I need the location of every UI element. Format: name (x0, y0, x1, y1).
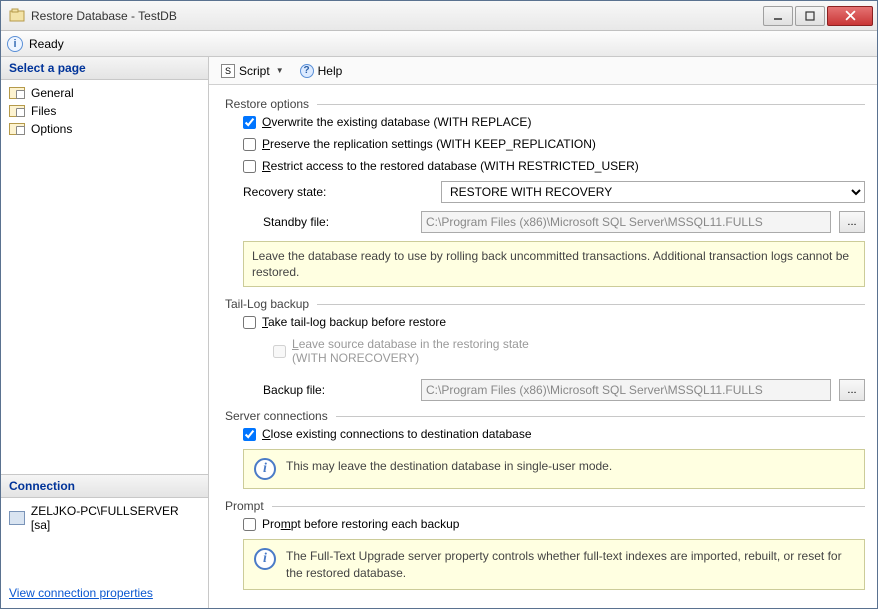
window-title: Restore Database - TestDB (31, 9, 763, 23)
info-icon: i (254, 458, 276, 480)
close-connections-label[interactable]: Close existing connections to destinatio… (262, 427, 532, 441)
info-icon: i (7, 36, 23, 52)
nav-files[interactable]: Files (1, 102, 208, 120)
titlebar: Restore Database - TestDB (1, 1, 877, 31)
select-page-header: Select a page (1, 57, 208, 80)
close-button[interactable] (827, 6, 873, 26)
restore-options-group: Restore options (225, 97, 865, 111)
recovery-state-select[interactable]: RESTORE WITH RECOVERY (441, 181, 865, 203)
preserve-replication-label[interactable]: Preserve the replication settings (WITH … (262, 137, 596, 151)
maximize-button[interactable] (795, 6, 825, 26)
script-label: Script (239, 64, 270, 78)
backup-file-label: Backup file: (243, 383, 413, 397)
standby-file-label: Standby file: (243, 215, 413, 229)
prompt-before-label[interactable]: Prompt before restoring each backup (262, 517, 459, 531)
backup-browse-button[interactable]: ... (839, 379, 865, 401)
toolbar: S Script ▼ ? Help (209, 57, 877, 85)
server-connections-group: Server connections (225, 409, 865, 423)
view-connection-properties-link[interactable]: View connection properties (1, 578, 208, 608)
restrict-access-label[interactable]: Restrict access to the restored database… (262, 159, 639, 173)
nav-options[interactable]: Options (1, 120, 208, 138)
close-connections-checkbox[interactable] (243, 428, 256, 441)
page-icon (9, 105, 25, 117)
prompt-before-checkbox[interactable] (243, 518, 256, 531)
recovery-info-box: Leave the database ready to use by rolli… (243, 241, 865, 287)
connection-string: ZELJKO-PC\FULLSERVER [sa] (31, 504, 200, 532)
help-label: Help (318, 64, 343, 78)
recovery-state-label: Recovery state: (243, 185, 433, 199)
page-icon (9, 123, 25, 135)
script-button[interactable]: S Script ▼ (217, 62, 288, 80)
nav-general[interactable]: General (1, 84, 208, 102)
leave-source-checkbox (273, 345, 286, 358)
server-icon (9, 511, 25, 525)
nav-options-label: Options (31, 122, 72, 136)
prompt-group: Prompt (225, 499, 865, 513)
standby-browse-button[interactable]: ... (839, 211, 865, 233)
prompt-info-box: i The Full-Text Upgrade server property … (243, 539, 865, 589)
take-tail-log-label[interactable]: Take tail-log backup before restore (262, 315, 446, 329)
server-conn-info-box: i This may leave the destination databas… (243, 449, 865, 489)
status-text: Ready (29, 37, 64, 51)
connection-header: Connection (1, 474, 208, 498)
minimize-button[interactable] (763, 6, 793, 26)
standby-file-input (421, 211, 831, 233)
nav-files-label: Files (31, 104, 56, 118)
chevron-down-icon: ▼ (276, 66, 284, 75)
options-panel: Restore options Overwrite the existing d… (209, 85, 877, 608)
status-bar: i Ready (1, 31, 877, 57)
info-icon: i (254, 548, 276, 570)
nav-general-label: General (31, 86, 74, 100)
overwrite-checkbox[interactable] (243, 116, 256, 129)
overwrite-label[interactable]: Overwrite the existing database (WITH RE… (262, 115, 531, 129)
take-tail-log-checkbox[interactable] (243, 316, 256, 329)
connection-row: ZELJKO-PC\FULLSERVER [sa] (1, 498, 208, 538)
help-icon: ? (300, 64, 314, 78)
tail-log-group: Tail-Log backup (225, 297, 865, 311)
script-icon: S (221, 64, 235, 78)
preserve-replication-checkbox[interactable] (243, 138, 256, 151)
restrict-access-checkbox[interactable] (243, 160, 256, 173)
page-icon (9, 87, 25, 99)
leave-source-label: Leave source database in the restoring s… (292, 337, 529, 365)
sidebar: Select a page General Files Options Conn… (1, 57, 209, 608)
app-icon (9, 8, 25, 24)
help-button[interactable]: ? Help (296, 62, 347, 80)
backup-file-input (421, 379, 831, 401)
